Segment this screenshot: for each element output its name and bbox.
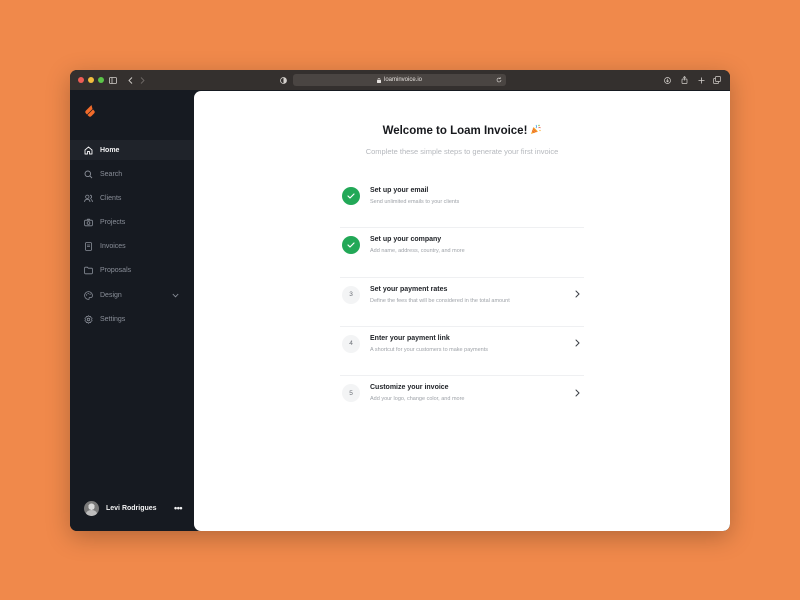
page-title-text: Welcome to Loam Invoice!	[382, 125, 528, 137]
step-complete-badge	[342, 236, 360, 255]
reload-icon[interactable]	[496, 74, 502, 86]
camera-icon	[84, 218, 93, 227]
browser-toolbar: loaminvoice.io	[70, 70, 730, 90]
step-title: Set your payment rates	[370, 285, 448, 293]
step-number-badge: 5	[342, 384, 360, 402]
main-panel: Welcome to Loam Invoice! Complete these …	[194, 91, 730, 531]
sidebar-item-home[interactable]: Home	[70, 140, 194, 160]
sidebar-item-clients[interactable]: Clients	[70, 188, 194, 208]
step-title: Customize your invoice	[370, 384, 449, 391]
sidebar-item-label: Home	[100, 146, 120, 154]
lock-icon	[376, 77, 381, 83]
palette-icon	[84, 290, 93, 300]
new-tab-icon[interactable]	[696, 70, 706, 90]
step-title: Set up your email	[370, 187, 429, 194]
folder-icon	[84, 266, 93, 275]
page-subtitle: Complete these simple steps to generate …	[365, 147, 559, 156]
sidebar-item-label: Projects	[100, 219, 126, 227]
checkmark-icon	[347, 193, 355, 199]
address-bar[interactable]: loaminvoice.io	[293, 74, 506, 86]
step-complete-badge	[342, 187, 360, 205]
sidebar-nav: Home Search Clients Projects Invoices Pr…	[70, 140, 194, 334]
step-setup-email[interactable]: Set up your email Send unlimited emails …	[340, 179, 584, 229]
sidebar-item-label: Search	[100, 170, 123, 178]
close-window-button[interactable]	[78, 77, 84, 83]
step-customize-invoice[interactable]: 5 Customize your invoice Add your logo, …	[340, 376, 584, 425]
sidebar-item-projects[interactable]: Projects	[70, 213, 194, 233]
sidebar-item-search[interactable]: Search	[70, 164, 194, 184]
loam-logo-icon[interactable]	[84, 105, 96, 119]
step-title: Enter your payment link	[370, 334, 450, 342]
step-description: Add your logo, change color, and more	[370, 396, 465, 402]
user-profile[interactable]: Levi Rodrigues •••	[84, 500, 182, 516]
step-number-badge: 4	[342, 334, 360, 353]
document-icon	[84, 242, 93, 252]
step-setup-company[interactable]: Set up your company Add name, address, c…	[340, 228, 584, 278]
page-title: Welcome to Loam Invoice!	[194, 124, 730, 138]
step-payment-link[interactable]: 4 Enter your payment link A shortcut for…	[340, 327, 584, 376]
home-icon	[84, 146, 93, 155]
minimize-window-button[interactable]	[88, 77, 94, 83]
sidebar-item-settings[interactable]: Settings	[70, 309, 194, 329]
sidebar-item-label: Proposals	[100, 267, 132, 275]
chevron-right-icon[interactable]	[573, 289, 582, 300]
chevron-right-icon[interactable]	[573, 387, 582, 398]
onboarding-steps: Set up your email Send unlimited emails …	[340, 179, 584, 425]
window-controls	[78, 77, 104, 83]
url-text: loaminvoice.io	[383, 77, 423, 83]
sidebar-item-label: Clients	[100, 194, 122, 202]
step-title: Set up your company	[370, 236, 442, 244]
step-payment-rates[interactable]: 3 Set your payment rates Define the fees…	[340, 278, 584, 327]
chevron-right-icon[interactable]	[573, 338, 582, 349]
party-popper-icon	[530, 124, 542, 138]
back-icon[interactable]	[126, 70, 134, 90]
share-icon[interactable]	[679, 70, 689, 90]
step-description: Send unlimited emails to your clients	[370, 199, 460, 205]
more-options-icon[interactable]: •••	[174, 500, 182, 516]
gear-icon	[84, 315, 93, 324]
maximize-window-button[interactable]	[98, 77, 104, 83]
sidebar: Home Search Clients Projects Invoices Pr…	[70, 90, 194, 531]
users-icon	[84, 194, 93, 203]
tab-overview-icon[interactable]	[712, 70, 722, 90]
step-description: A shortcut for your customers to make pa…	[370, 346, 488, 353]
step-description: Define the fees that will be considered …	[370, 297, 510, 304]
step-description: Add name, address, country, and more	[370, 248, 465, 255]
avatar[interactable]	[84, 500, 99, 516]
step-number-badge: 3	[342, 285, 360, 304]
chevron-down-icon[interactable]	[172, 285, 179, 305]
search-icon	[84, 170, 93, 179]
sidebar-item-invoices[interactable]: Invoices	[70, 237, 194, 257]
checkmark-icon	[347, 242, 355, 248]
user-name: Levi Rodrigues	[106, 504, 157, 512]
sidebar-item-label: Settings	[100, 315, 126, 323]
download-icon[interactable]	[662, 70, 672, 90]
sidebar-item-design[interactable]: Design	[70, 285, 194, 305]
privacy-shield-icon[interactable]	[278, 70, 288, 90]
sidebar-item-proposals[interactable]: Proposals	[70, 261, 194, 281]
sidebar-item-label: Design	[100, 291, 122, 299]
sidebar-toggle-icon[interactable]	[108, 70, 118, 90]
sidebar-item-label: Invoices	[100, 243, 126, 251]
forward-icon[interactable]	[138, 70, 146, 90]
browser-window: loaminvoice.io Home Search Clients Proje…	[70, 70, 730, 531]
